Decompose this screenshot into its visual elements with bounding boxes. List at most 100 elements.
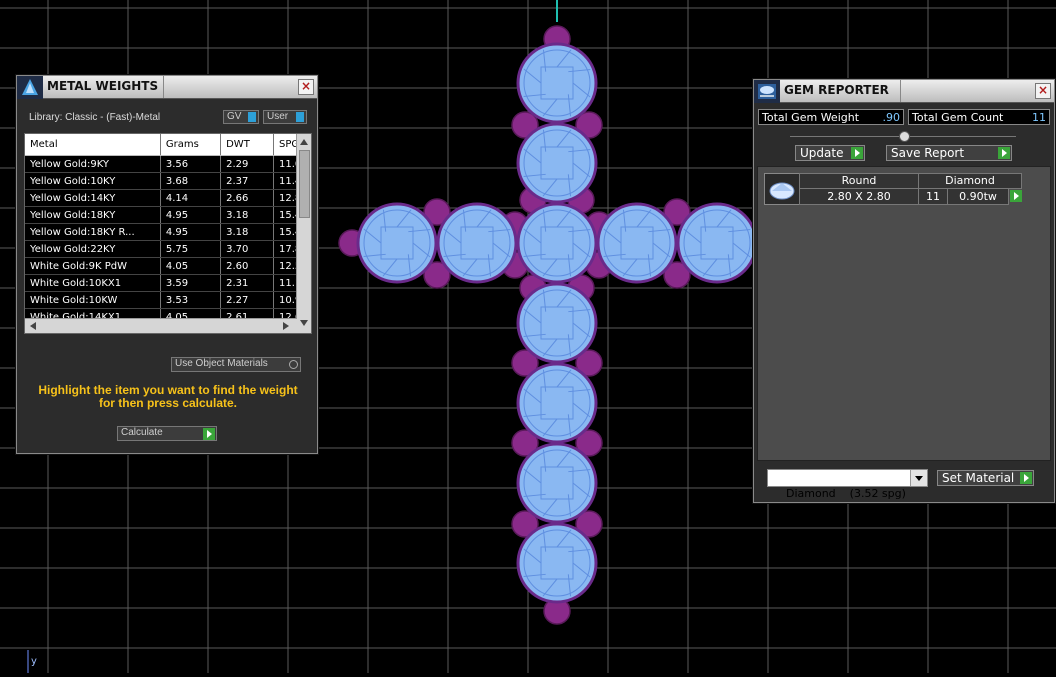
table-row[interactable]: White Gold:9K PdW 4.05 2.60 12.59 <box>25 257 311 275</box>
table-cell: Yellow Gold:9KY <box>25 155 161 173</box>
table-row[interactable]: Yellow Gold:18KY R... 4.95 3.18 15.41 <box>25 223 311 241</box>
table-row[interactable]: Yellow Gold:18KY 4.95 3.18 15.41 <box>25 206 311 224</box>
table-cell: 4.14 <box>160 189 222 207</box>
scroll-right-arrow-icon[interactable] <box>283 322 289 330</box>
vertical-scrollbar[interactable] <box>296 134 311 333</box>
toggle-circle-icon <box>289 360 298 369</box>
total-gem-weight-label: Total Gem Weight <box>762 111 860 124</box>
round-gem <box>596 202 678 284</box>
gem-reporter-title: GEM REPORTER <box>784 83 889 97</box>
table-cell: White Gold:10KX1 <box>25 274 161 292</box>
play-arrow-icon <box>1020 472 1032 484</box>
calculate-button[interactable]: Calculate <box>117 426 217 441</box>
scroll-up-arrow-icon[interactable] <box>300 139 308 145</box>
column-header-dwt[interactable]: DWT <box>220 134 274 156</box>
total-gem-weight-field: Total Gem Weight .90 <box>758 109 904 125</box>
gem-count-value: 11 <box>918 188 948 205</box>
use-object-materials-toggle[interactable]: Use Object Materials <box>171 357 301 372</box>
table-cell: White Gold:9K PdW <box>25 257 161 275</box>
set-material-button[interactable]: Set Material <box>937 470 1034 486</box>
scroll-thumb[interactable] <box>299 150 310 218</box>
table-cell: 4.95 <box>160 223 222 241</box>
total-gem-weight-value: .90 <box>882 111 901 124</box>
instruction-text: Highlight the item you want to find the … <box>38 383 298 410</box>
column-header-metal[interactable]: Metal <box>25 134 161 156</box>
save-report-button[interactable]: Save Report <box>886 145 1012 161</box>
table-cell: 4.95 <box>160 206 222 224</box>
gem-material-header: Diamond <box>918 173 1022 189</box>
table-row[interactable]: White Gold:10KW 3.53 2.27 10.99 <box>25 291 311 309</box>
table-cell: 3.53 <box>160 291 222 309</box>
gem-shape-header: Round <box>799 173 919 189</box>
table-cell: 3.68 <box>160 172 222 190</box>
table-cell: 3.59 <box>160 274 222 292</box>
chevron-down-icon[interactable] <box>910 470 927 486</box>
play-arrow-icon <box>851 147 863 159</box>
round-gem <box>516 362 598 444</box>
scroll-down-arrow-icon[interactable] <box>300 320 308 326</box>
gem-reporter-panel: GEM REPORTER × Total Gem Weight .90 Tota… <box>753 79 1055 503</box>
material-select[interactable]: Diamond (3.52 spg) <box>767 469 928 500</box>
table-cell: 3.70 <box>220 240 274 258</box>
table-row[interactable]: Yellow Gold:14KY 4.14 2.66 12.88 <box>25 189 311 207</box>
table-cell: Yellow Gold:22KY <box>25 240 161 258</box>
table-cell: Yellow Gold:10KY <box>25 172 161 190</box>
table-cell: 2.31 <box>220 274 274 292</box>
update-button[interactable]: Update <box>795 145 865 161</box>
gem-list-area[interactable]: Round Diamond 2.80 X 2.80 11 0.90tw <box>757 166 1051 461</box>
round-gem <box>516 442 598 524</box>
library-label: Library: Classic - (Fast)-Metal <box>29 112 161 123</box>
round-gem <box>436 202 518 284</box>
table-cell: 2.27 <box>220 291 274 309</box>
round-gem <box>516 282 598 364</box>
total-gem-count-value: 11 <box>1032 111 1046 124</box>
column-header-grams[interactable]: Grams <box>160 134 222 156</box>
gem-reporter-close-button[interactable]: × <box>1035 83 1051 99</box>
gem-row[interactable]: Round Diamond 2.80 X 2.80 11 0.90tw <box>764 173 1022 205</box>
table-cell: 2.60 <box>220 257 274 275</box>
metal-table-container[interactable]: Metal Grams DWT SPG Yellow Gold:9KY 3.56 2.29… <box>24 133 312 334</box>
gem-thumbnail-icon <box>764 173 800 205</box>
horizontal-scrollbar[interactable] <box>25 318 297 333</box>
gem-row-play-arrow-icon[interactable] <box>1010 190 1022 202</box>
slider-handle[interactable] <box>899 131 910 142</box>
table-row[interactable]: Yellow Gold:10KY 3.68 2.37 11.45 <box>25 172 311 190</box>
table-cell: 3.18 <box>220 206 274 224</box>
table-cell: Yellow Gold:18KY <box>25 206 161 224</box>
table-cell: 3.18 <box>220 223 274 241</box>
total-gem-count-label: Total Gem Count <box>912 111 1004 124</box>
round-gem <box>516 42 598 124</box>
gv-toggle[interactable]: GV <box>223 110 259 124</box>
table-row[interactable]: Yellow Gold:9KY 3.56 2.29 11.08 <box>25 155 311 173</box>
round-gem <box>516 522 598 604</box>
table-cell: 2.37 <box>220 172 274 190</box>
play-arrow-icon <box>998 147 1010 159</box>
gem-weight-value: 0.90tw <box>947 188 1009 205</box>
table-cell: 3.56 <box>160 155 222 173</box>
round-gem <box>676 202 758 284</box>
round-gem <box>356 202 438 284</box>
metal-weights-close-button[interactable]: × <box>298 79 314 95</box>
metal-table[interactable]: Metal Grams DWT SPG Yellow Gold:9KY 3.56 2.29… <box>25 134 311 333</box>
table-row[interactable]: White Gold:10KX1 3.59 2.31 11.18 <box>25 274 311 292</box>
gem-reporter-logo-icon <box>754 80 780 103</box>
table-cell: 5.75 <box>160 240 222 258</box>
round-gem <box>516 202 598 284</box>
table-row[interactable]: Yellow Gold:22KY 5.75 3.70 17.89 <box>25 240 311 258</box>
table-cell: Yellow Gold:18KY R... <box>25 223 161 241</box>
gem-reporter-titlebar[interactable]: GEM REPORTER × <box>754 80 1054 103</box>
metal-weights-panel: METAL WEIGHTS × Library: Classic - (Fast… <box>16 75 318 454</box>
user-toggle[interactable]: User <box>263 110 307 124</box>
total-gem-count-field: Total Gem Count 11 <box>908 109 1050 125</box>
table-cell: White Gold:10KW <box>25 291 161 309</box>
play-arrow-icon <box>203 428 215 440</box>
table-cell: 4.05 <box>160 257 222 275</box>
metal-weights-titlebar[interactable]: METAL WEIGHTS × <box>17 76 317 99</box>
metal-weights-title: METAL WEIGHTS <box>47 79 159 93</box>
metal-weights-logo-icon <box>17 76 43 99</box>
gem-size-value: 2.80 X 2.80 <box>799 188 919 205</box>
scroll-left-arrow-icon[interactable] <box>30 322 36 330</box>
axis-label-y: y <box>31 656 37 667</box>
round-gem <box>516 122 598 204</box>
table-cell: Yellow Gold:14KY <box>25 189 161 207</box>
